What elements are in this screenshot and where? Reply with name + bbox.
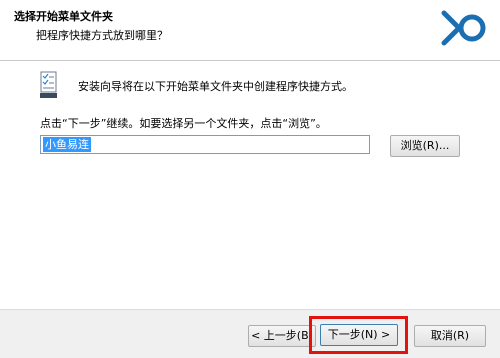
instruction-text: 安装向导将在以下开始菜单文件夹中创建程序快捷方式。: [78, 80, 353, 93]
browse-button[interactable]: 浏览(R)...: [390, 135, 460, 157]
cancel-button[interactable]: 取消(R): [414, 325, 486, 347]
back-button[interactable]: < 上一步(B): [248, 325, 316, 347]
wizard-checklist-icon: [40, 71, 57, 98]
hint-text: 点击“下一步”继续。如要选择另一个文件夹，点击“浏览”。: [40, 117, 327, 130]
next-button-highlight: [309, 316, 408, 354]
folder-input-value: 小鱼易连: [43, 137, 91, 152]
wizard-content: 安装向导将在以下开始菜单文件夹中创建程序快捷方式。 点击“下一步”继续。如要选择…: [0, 61, 500, 309]
footer-divider: [0, 309, 500, 310]
page-title: 选择开始菜单文件夹: [14, 10, 113, 23]
page-subtitle: 把程序快捷方式放到哪里？: [36, 29, 168, 42]
start-menu-folder-input[interactable]: 小鱼易连: [40, 135, 370, 154]
brand-logo: [441, 10, 486, 46]
wizard-header: 选择开始菜单文件夹 把程序快捷方式放到哪里？: [0, 0, 500, 61]
